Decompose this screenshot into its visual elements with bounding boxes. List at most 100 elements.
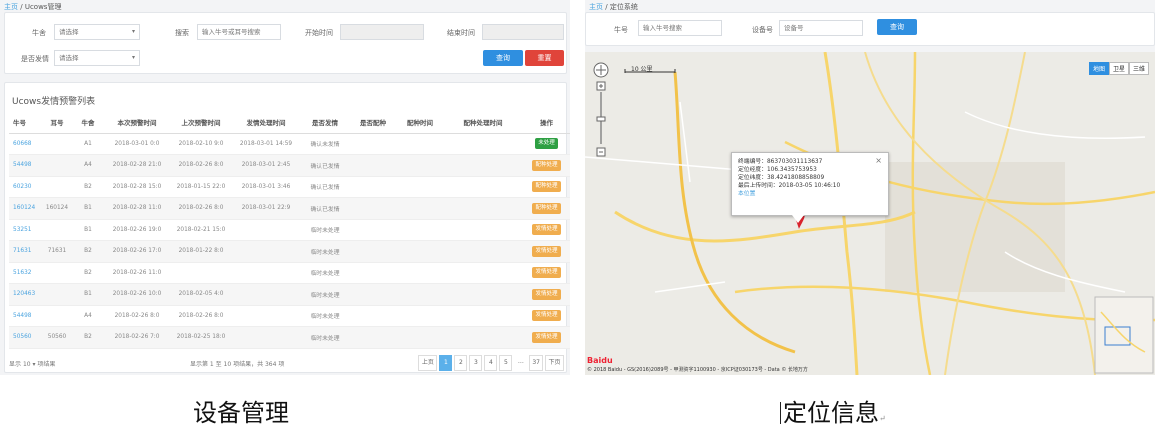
cell-btime: [395, 240, 445, 263]
cell-barn: B1: [71, 197, 105, 220]
cell-handle: [233, 326, 299, 349]
breadcrumb-home-link[interactable]: 主页: [4, 3, 18, 11]
map-view[interactable]: 10 公里 地图 卫星 三维 × 终端编号：863703031113637 定位经度…: [585, 52, 1155, 375]
cell-last: 2018-02-26 8:0: [169, 197, 233, 220]
breadcrumb: 主页 / 定位系统: [589, 2, 638, 12]
page-button[interactable]: 3: [469, 355, 483, 371]
cell-bhandle: [445, 176, 521, 198]
cell-estrus: 临时未处理: [299, 326, 351, 349]
cell-this: 2018-02-26 7:0: [105, 326, 169, 349]
operation-button[interactable]: 发情处理: [532, 310, 561, 322]
operation-button[interactable]: 发情处理: [532, 288, 561, 300]
cell-bred: [351, 283, 395, 306]
cell-cow[interactable]: 120463: [9, 283, 43, 306]
map-type-button[interactable]: 三维: [1128, 62, 1149, 75]
cell-btime: [395, 219, 445, 241]
column-header: 耳号: [43, 111, 71, 134]
column-header: 操作: [521, 111, 570, 134]
cell-btime: [395, 176, 445, 198]
cell-operation: 发情处理: [521, 283, 570, 306]
close-icon[interactable]: ×: [875, 156, 882, 165]
next-page-button[interactable]: 下页: [545, 355, 564, 371]
operation-button[interactable]: 发情处理: [532, 331, 561, 343]
prev-page-button[interactable]: 上页: [418, 355, 438, 371]
cell-cow[interactable]: 53251: [9, 219, 43, 241]
popup-longitude: 定位经度：106.3435753953: [738, 167, 817, 173]
popup-location-link[interactable]: 本位置: [738, 190, 882, 198]
cell-barn: A4: [71, 305, 105, 327]
page-size-control[interactable]: 显示 10 ▾ 项结果: [9, 359, 55, 368]
map-type-button[interactable]: 地图: [1088, 62, 1109, 75]
operation-button[interactable]: 配种处理: [532, 159, 561, 171]
cell-bred: [351, 176, 395, 198]
cell-this: 2018-02-26 19:0: [105, 219, 169, 241]
cell-bred: [351, 262, 395, 284]
cell-ear: 71631: [43, 240, 71, 263]
map-type-button[interactable]: 卫星: [1108, 62, 1129, 75]
device-number-label: 设备号: [752, 26, 773, 34]
column-header: 牛号: [9, 111, 43, 134]
page-button[interactable]: 2: [454, 355, 468, 371]
column-header: 是否发情: [299, 111, 351, 134]
cell-bred: [351, 326, 395, 349]
cell-btime: [395, 133, 445, 155]
cell-this: 2018-02-28 15:0: [105, 176, 169, 198]
cell-cow[interactable]: 71631: [9, 240, 43, 263]
cell-handle: [233, 283, 299, 306]
page-button[interactable]: 4: [484, 355, 498, 371]
reset-button[interactable]: 重置: [525, 50, 564, 66]
cell-cow[interactable]: 60668: [9, 133, 43, 155]
table-row: 51632 B2 2018-02-26 11:0 临时未处理 发情处理: [9, 262, 570, 284]
table-row: 53251 B1 2018-02-26 19:0 2018-02-21 15:0 临时未…: [9, 219, 570, 241]
end-time-input[interactable]: [482, 24, 564, 40]
operation-button[interactable]: 发情处理: [532, 245, 561, 257]
operation-button[interactable]: 发情处理: [532, 224, 561, 236]
cell-ear: [43, 305, 71, 327]
cell-bred: [351, 197, 395, 220]
page-button[interactable]: …: [514, 355, 527, 371]
page-button[interactable]: 5: [499, 355, 513, 371]
cell-cow[interactable]: 50560: [9, 326, 43, 349]
cell-cow[interactable]: 60230: [9, 176, 43, 198]
query-button[interactable]: 查询: [483, 50, 523, 66]
breadcrumb-home-link[interactable]: 主页: [589, 3, 603, 11]
cell-ear: 50560: [43, 326, 71, 349]
cell-cow[interactable]: 51632: [9, 262, 43, 284]
cell-cow[interactable]: 54498: [9, 154, 43, 177]
cell-bred: [351, 219, 395, 241]
cell-bhandle: [445, 326, 521, 349]
cell-this: 2018-02-28 11:0: [105, 197, 169, 220]
cell-this: 2018-02-26 10:0: [105, 283, 169, 306]
cell-operation: 配种处理: [521, 197, 570, 220]
cell-cow[interactable]: 54498: [9, 305, 43, 327]
cell-handle: [233, 305, 299, 327]
page-button[interactable]: 1: [439, 355, 453, 371]
barn-select[interactable]: 请选择 ▾: [54, 24, 140, 40]
cell-bhandle: [445, 240, 521, 263]
warning-table: 牛号 耳号 牛舍 本次预警时间 上次预警时间 发情处理时间 是否发情 是否配种 配种时间 配种处理…: [9, 111, 570, 349]
cell-estrus: 确认已发情: [299, 176, 351, 198]
search-input[interactable]: 输入牛号或耳号搜索: [197, 24, 281, 40]
locate-query-button[interactable]: 查询: [877, 19, 917, 35]
start-time-input[interactable]: [340, 24, 424, 40]
page-button[interactable]: 37: [529, 355, 543, 371]
cell-barn: B2: [71, 240, 105, 263]
cell-ear: [43, 283, 71, 306]
cell-cow[interactable]: 160124: [9, 197, 43, 220]
device-number-input[interactable]: 设备号: [779, 20, 863, 36]
operation-button[interactable]: 发情处理: [532, 267, 561, 279]
estrus-select[interactable]: 请选择 ▾: [54, 50, 140, 66]
map-copyright: © 2018 Baidu - GS(2016)2089号 - 甲测资字11009…: [587, 367, 808, 373]
operation-button[interactable]: 未处理: [535, 138, 558, 150]
cow-number-input[interactable]: 输入牛号搜索: [638, 20, 722, 36]
operation-button[interactable]: 配种处理: [532, 202, 561, 214]
breadcrumb-current: Ucows管理: [24, 3, 62, 11]
cell-ear: [43, 133, 71, 155]
pagination-bar: 显示 10 ▾ 项结果 显示第 1 至 10 项结果，共 364 项 上页 1 2 3…: [5, 352, 568, 374]
cell-last: 2018-02-10 9:0: [169, 133, 233, 155]
cell-estrus: 临时未处理: [299, 305, 351, 327]
table-row: 160124 160124 B1 2018-02-28 11:0 2018-02-26 …: [9, 197, 570, 220]
table-row: 50560 50560 B2 2018-02-26 7:0 2018-02-25 18:…: [9, 326, 570, 349]
end-time-label: 结束时间: [447, 29, 475, 37]
operation-button[interactable]: 配种处理: [532, 181, 561, 193]
